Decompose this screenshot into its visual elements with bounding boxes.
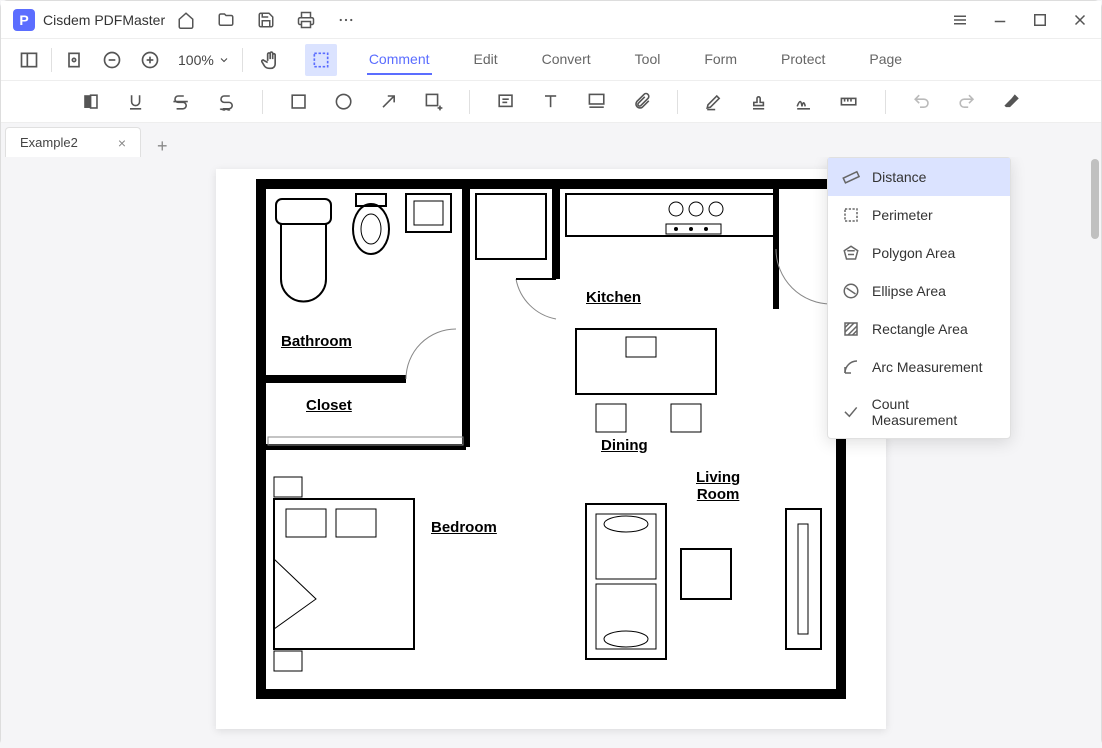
measurement-dropdown: Distance Perimeter Polygon Area Ellipse … xyxy=(827,157,1011,439)
arc-icon xyxy=(842,358,860,376)
strikethrough-icon[interactable] xyxy=(171,92,190,112)
polygon-icon xyxy=(842,244,860,262)
vertical-scrollbar[interactable] xyxy=(1089,159,1099,748)
dropdown-item-polygon-area[interactable]: Polygon Area xyxy=(828,234,1010,272)
minimize-icon[interactable] xyxy=(991,11,1009,29)
zoom-dropdown[interactable]: 100% xyxy=(178,52,230,68)
shape-plus-icon[interactable] xyxy=(424,92,443,112)
underline-icon[interactable] xyxy=(126,92,145,112)
dropdown-item-label: Count Measurement xyxy=(872,396,996,428)
attachment-icon[interactable] xyxy=(632,92,651,112)
label-closet: Closet xyxy=(306,397,352,414)
app-logo: P xyxy=(13,9,35,31)
perimeter-icon xyxy=(842,206,860,224)
ellipse-icon xyxy=(842,282,860,300)
save-icon[interactable] xyxy=(257,11,275,29)
zoom-out-icon[interactable] xyxy=(102,50,122,70)
highlight-icon[interactable] xyxy=(81,92,100,112)
signature-icon[interactable] xyxy=(794,92,813,112)
rectangle-hatch-icon xyxy=(842,320,860,338)
dropdown-item-count[interactable]: Count Measurement xyxy=(828,386,1010,438)
scrollbar-thumb[interactable] xyxy=(1091,159,1099,239)
tab-page[interactable]: Page xyxy=(867,45,904,75)
label-kitchen: Kitchen xyxy=(586,289,641,306)
floorplan-drawing xyxy=(256,179,846,699)
more-icon[interactable] xyxy=(337,11,355,29)
hamburger-icon[interactable] xyxy=(951,11,969,29)
note-icon[interactable] xyxy=(496,92,515,112)
maximize-icon[interactable] xyxy=(1031,11,1049,29)
tab-protect[interactable]: Protect xyxy=(779,45,827,75)
file-tab-close-icon[interactable]: × xyxy=(118,135,126,151)
undo-icon[interactable] xyxy=(912,92,931,112)
dropdown-item-label: Distance xyxy=(872,169,926,185)
eraser-icon[interactable] xyxy=(1002,92,1021,112)
menu-tabs: Comment Edit Convert Tool Form Protect P… xyxy=(367,45,904,75)
dropdown-item-label: Arc Measurement xyxy=(872,359,982,375)
print-icon[interactable] xyxy=(297,11,315,29)
file-tab[interactable]: Example2 × xyxy=(5,127,141,157)
check-icon xyxy=(842,403,860,421)
stamp-icon[interactable] xyxy=(749,92,768,112)
main-toolbar: 100% Comment Edit Convert Tool Form Prot… xyxy=(1,39,1101,81)
zoom-in-icon[interactable] xyxy=(140,50,160,70)
file-tab-label: Example2 xyxy=(20,135,78,150)
redo-icon[interactable] xyxy=(957,92,976,112)
rectangle-shape-icon[interactable] xyxy=(289,92,308,112)
dropdown-item-label: Perimeter xyxy=(872,207,933,223)
measure-icon[interactable] xyxy=(839,92,858,112)
dropdown-item-distance[interactable]: Distance xyxy=(828,158,1010,196)
dropdown-item-ellipse-area[interactable]: Ellipse Area xyxy=(828,272,1010,310)
ruler-icon xyxy=(842,168,860,186)
pencil-icon[interactable] xyxy=(704,92,723,112)
sidebar-toggle-icon[interactable] xyxy=(19,50,39,70)
label-bedroom: Bedroom xyxy=(431,519,497,536)
hand-tool[interactable] xyxy=(255,44,287,76)
tab-comment[interactable]: Comment xyxy=(367,45,432,75)
tab-tool[interactable]: Tool xyxy=(633,45,663,75)
app-title: Cisdem PDFMaster xyxy=(43,12,165,28)
fit-page-icon[interactable] xyxy=(64,50,84,70)
dropdown-item-arc[interactable]: Arc Measurement xyxy=(828,348,1010,386)
tab-convert[interactable]: Convert xyxy=(540,45,593,75)
dropdown-item-label: Ellipse Area xyxy=(872,283,946,299)
dropdown-item-label: Rectangle Area xyxy=(872,321,968,337)
callout-icon[interactable] xyxy=(587,92,606,112)
file-tabbar: Example2 × + xyxy=(1,123,1101,157)
comment-toolbar xyxy=(1,81,1101,123)
tab-form[interactable]: Form xyxy=(702,45,739,75)
dropdown-item-label: Polygon Area xyxy=(872,245,955,261)
label-bathroom: Bathroom xyxy=(281,333,352,350)
label-living-room: Living Room xyxy=(696,469,740,503)
workspace: Bathroom Closet Kitchen Dining Bedroom L… xyxy=(1,157,1101,748)
text-icon[interactable] xyxy=(541,92,560,112)
add-tab-button[interactable]: + xyxy=(149,136,176,157)
dropdown-item-perimeter[interactable]: Perimeter xyxy=(828,196,1010,234)
close-icon[interactable] xyxy=(1071,11,1089,29)
tab-edit[interactable]: Edit xyxy=(472,45,500,75)
home-icon[interactable] xyxy=(177,11,195,29)
dropdown-item-rectangle-area[interactable]: Rectangle Area xyxy=(828,310,1010,348)
titlebar: P Cisdem PDFMaster xyxy=(1,1,1101,39)
pdf-page[interactable]: Bathroom Closet Kitchen Dining Bedroom L… xyxy=(216,169,886,729)
label-dining: Dining xyxy=(601,437,648,454)
arrow-icon[interactable] xyxy=(379,92,398,112)
squiggly-icon[interactable] xyxy=(217,92,236,112)
open-icon[interactable] xyxy=(217,11,235,29)
circle-shape-icon[interactable] xyxy=(334,92,353,112)
select-tool[interactable] xyxy=(305,44,337,76)
